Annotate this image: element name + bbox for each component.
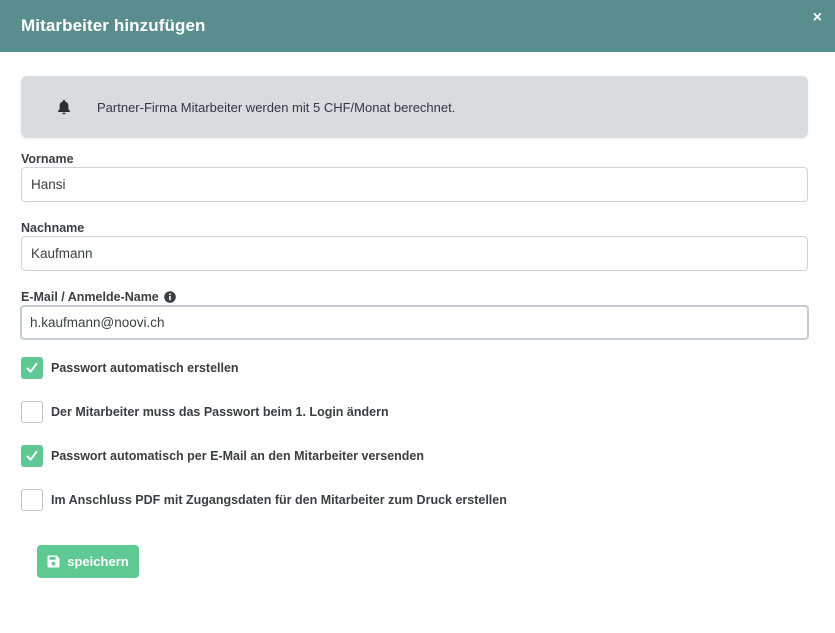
first-name-input[interactable] [21, 167, 808, 202]
save-button[interactable]: speichern [37, 545, 139, 578]
checkbox[interactable] [21, 357, 43, 379]
option-email-password[interactable]: Passwort automatisch per E-Mail an den M… [21, 445, 808, 467]
checkbox-label: Passwort automatisch per E-Mail an den M… [51, 449, 425, 463]
checkbox-label: Der Mitarbeiter muss das Passwort beim 1… [51, 405, 389, 419]
checkbox[interactable] [21, 489, 43, 511]
checkmark-icon [26, 362, 38, 373]
modal-body: Partner-Firma Mitarbeiter werden mit 5 C… [0, 52, 835, 578]
modal-header: Mitarbeiter hinzufügen × [0, 0, 835, 52]
options-list: Passwort automatisch erstellen Der Mitar… [21, 357, 808, 511]
email-group: E-Mail / Anmelde-Name [20, 289, 809, 340]
email-label-row: E-Mail / Anmelde-Name [21, 289, 808, 304]
checkbox-label: Passwort automatisch erstellen [51, 361, 239, 375]
checkbox[interactable] [21, 445, 43, 467]
info-alert: Partner-Firma Mitarbeiter werden mit 5 C… [21, 76, 808, 138]
save-button-label: speichern [67, 554, 129, 569]
option-print-pdf[interactable]: Im Anschluss PDF mit Zugangsdaten für de… [21, 489, 808, 511]
checkmark-icon [26, 450, 38, 461]
close-button[interactable]: × [813, 9, 822, 27]
floppy-disk-icon [47, 555, 60, 568]
info-circle-icon[interactable] [163, 290, 176, 303]
checkbox[interactable] [21, 401, 43, 423]
email-input[interactable] [20, 305, 809, 340]
modal-title: Mitarbeiter hinzufügen [21, 16, 206, 35]
bell-icon [55, 98, 73, 116]
add-employee-modal: Mitarbeiter hinzufügen × Partner-Firma M… [0, 0, 835, 633]
last-name-label: Nachname [21, 220, 85, 235]
first-name-label: Vorname [21, 151, 74, 166]
email-label: E-Mail / Anmelde-Name [21, 289, 159, 304]
option-force-password-change[interactable]: Der Mitarbeiter muss das Passwort beim 1… [21, 401, 808, 423]
last-name-input[interactable] [21, 236, 808, 271]
alert-text: Partner-Firma Mitarbeiter werden mit 5 C… [97, 99, 456, 115]
option-auto-password[interactable]: Passwort automatisch erstellen [21, 357, 808, 379]
last-name-group: Nachname [21, 220, 808, 271]
checkbox-label: Im Anschluss PDF mit Zugangsdaten für de… [51, 493, 507, 507]
first-name-group: Vorname [21, 151, 808, 202]
